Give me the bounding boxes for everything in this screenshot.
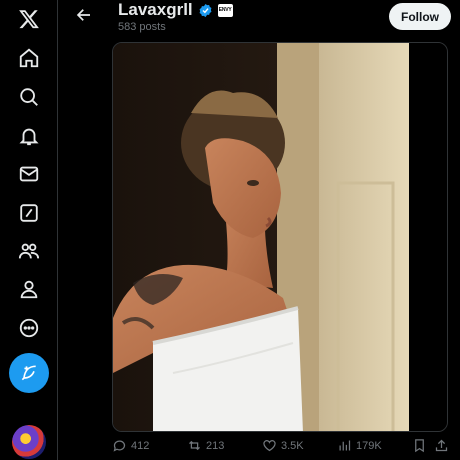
profile-title-row: Lavaxgrll ENVY <box>118 0 233 20</box>
home-icon[interactable] <box>10 39 48 77</box>
like-action[interactable]: 3.5K <box>262 438 304 453</box>
share-action[interactable] <box>434 438 449 453</box>
verified-badge-icon <box>199 3 212 17</box>
repost-count: 213 <box>206 439 225 452</box>
notifications-icon[interactable] <box>10 117 48 155</box>
affiliate-badge: ENVY <box>217 3 233 17</box>
heart-icon <box>263 440 276 452</box>
back-arrow-icon[interactable] <box>73 4 95 26</box>
bookmark-icon <box>415 439 424 453</box>
post-header: Lavaxgrll ENVY 583 posts Follow <box>59 0 460 42</box>
x-logo-icon[interactable] <box>10 0 48 38</box>
reply-action[interactable]: 412 <box>112 438 149 453</box>
profile-name[interactable]: Lavaxgrll <box>118 0 193 20</box>
reply-count: 412 <box>131 439 150 452</box>
posts-count: 583 posts <box>118 21 166 33</box>
views-count: 179K <box>356 439 382 452</box>
repost-icon <box>189 440 200 451</box>
account-avatar[interactable] <box>12 425 46 459</box>
post-image[interactable] <box>112 42 448 432</box>
analytics-icon <box>339 440 351 451</box>
share-icon <box>435 439 448 452</box>
post-actions-bar: 412 213 3.5K 179K <box>112 438 460 460</box>
like-count: 3.5K <box>281 439 304 452</box>
sidebar-nav <box>0 0 58 460</box>
profile-icon[interactable] <box>10 270 48 308</box>
messages-icon[interactable] <box>10 155 48 193</box>
communities-icon[interactable] <box>10 232 48 270</box>
explore-icon[interactable] <box>10 78 48 116</box>
views-action[interactable]: 179K <box>337 438 382 453</box>
grok-icon[interactable] <box>10 194 48 232</box>
bookmark-action[interactable] <box>412 438 427 453</box>
follow-button[interactable]: Follow <box>389 3 451 30</box>
repost-action[interactable]: 213 <box>187 438 224 453</box>
more-icon[interactable] <box>10 309 48 347</box>
feather-icon <box>21 365 36 381</box>
reply-icon <box>113 440 126 452</box>
compose-post-button[interactable] <box>9 353 49 393</box>
photo-woman-in-towel <box>113 43 447 431</box>
